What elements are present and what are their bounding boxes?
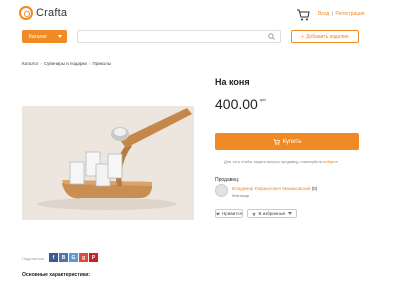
breadcrumb-item[interactable]: Каталог xyxy=(22,61,38,66)
seller-name-link[interactable]: Владимир Рафаилович Мамиковский xyxy=(232,186,310,191)
favorites-button[interactable]: В избранные xyxy=(247,209,297,218)
chevron-right-icon: › xyxy=(40,61,42,66)
chevron-down-icon xyxy=(58,35,62,38)
product-photo xyxy=(22,106,194,220)
vk-icon[interactable]: B xyxy=(59,253,68,262)
like-label: Нравится xyxy=(222,211,242,216)
breadcrumb-item[interactable]: Сувениры и подарки xyxy=(44,61,87,66)
google-plus-icon[interactable]: g xyxy=(79,253,88,262)
add-listing-label: Добавить изделие xyxy=(306,33,349,40)
breadcrumb-item[interactable]: Приколы xyxy=(92,61,111,66)
breadcrumb: Каталог › Сувениры и подарки › Приколы xyxy=(22,61,111,66)
product-price: 400.00 грн xyxy=(215,96,266,112)
specs-title: Основные характеристики: xyxy=(22,272,91,278)
search-icon[interactable] xyxy=(268,33,275,40)
twitter-icon[interactable]: G xyxy=(69,253,78,262)
star-icon xyxy=(252,211,257,216)
login-link[interactable]: Вход xyxy=(318,11,329,17)
catalog-label: Каталог xyxy=(29,33,48,40)
heart-icon xyxy=(216,212,220,215)
chevron-down-icon xyxy=(287,212,292,215)
pinterest-icon[interactable]: P xyxy=(89,253,98,262)
product-image[interactable] xyxy=(22,106,194,220)
avatar[interactable] xyxy=(215,184,228,197)
seller-name-row: Владимир Рафаилович Мамиковский (0) xyxy=(232,186,317,191)
chevron-right-icon: › xyxy=(88,61,91,66)
register-link[interactable]: Регистрация xyxy=(335,11,364,17)
facebook-icon[interactable]: f xyxy=(49,253,58,262)
logo-icon xyxy=(19,6,33,20)
plus-icon: + xyxy=(301,33,305,40)
add-listing-button[interactable]: + Добавить изделие xyxy=(291,30,359,43)
share-label: Поделиться xyxy=(22,256,45,261)
auth-separator: | xyxy=(331,11,334,17)
favorites-label: В избранные xyxy=(258,211,286,216)
seller-city: Житомир xyxy=(232,193,250,198)
auth-links: Вход | Регистрация xyxy=(318,11,365,17)
cart-icon xyxy=(273,138,280,145)
seller-label: Продавец: xyxy=(215,177,240,183)
question-note: Для того чтобы задать вопрос продавцу, п… xyxy=(224,159,338,164)
search-input[interactable] xyxy=(77,30,281,43)
cart-icon[interactable] xyxy=(296,9,310,21)
price-value: 400.00 xyxy=(215,96,258,112)
share-buttons: f B G g P xyxy=(49,253,98,262)
price-currency: грн xyxy=(259,97,266,102)
like-button[interactable]: Нравится xyxy=(215,209,243,218)
buy-label: Купить xyxy=(282,138,302,145)
login-link[interactable]: войдите xyxy=(323,159,338,164)
note-text: Для того чтобы задать вопрос продавцу, п… xyxy=(224,159,323,164)
seller-rating-count: (0) xyxy=(311,186,318,191)
logo[interactable]: Crafta xyxy=(19,6,67,20)
logo-text: Crafta xyxy=(36,7,68,19)
product-title: На коня xyxy=(215,77,250,87)
catalog-button[interactable]: Каталог xyxy=(22,30,67,43)
buy-button[interactable]: Купить xyxy=(215,133,359,150)
